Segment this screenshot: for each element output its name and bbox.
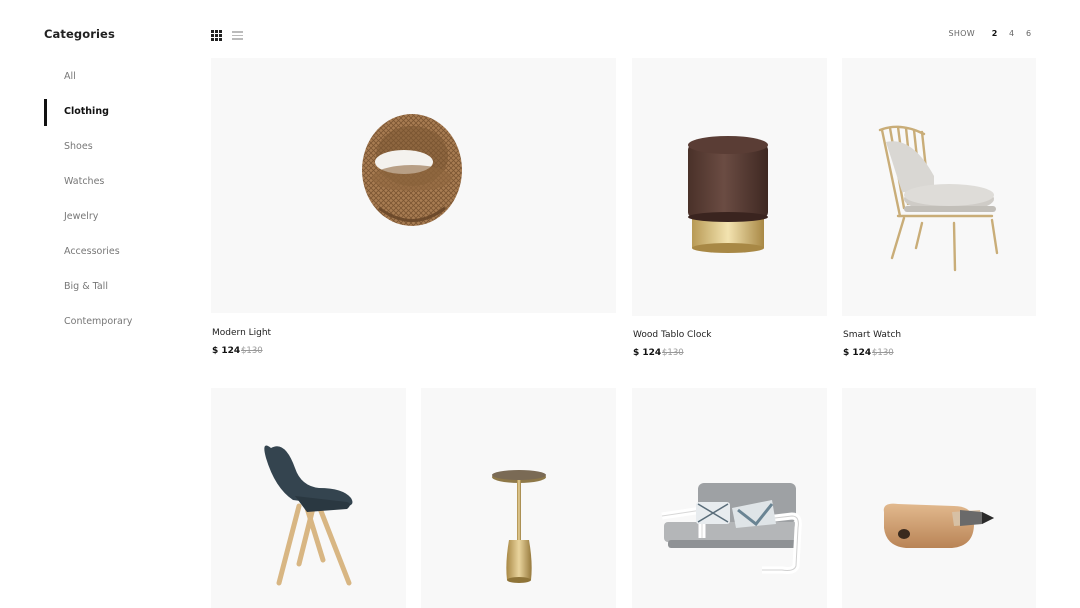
product-price: $ 124 (633, 348, 662, 358)
product-old-price: $130 (872, 348, 894, 358)
product-price: $ 124 (843, 348, 872, 358)
product-card: Modern Light $ 124 $130 (211, 58, 616, 358)
product-image-grey-sofa-bed[interactable] (632, 388, 827, 608)
wicker-chair-icon (362, 114, 462, 226)
category-item-shoes[interactable]: Shoes (44, 139, 194, 174)
product-card (632, 388, 827, 608)
grid-view-icon[interactable] (211, 30, 222, 41)
category-item-big-tall[interactable]: Big & Tall (44, 279, 194, 314)
sidebar-title: Categories (44, 27, 115, 41)
pouf-icon (688, 136, 768, 253)
product-image-velvet-pouf-stool[interactable] (632, 58, 827, 316)
show-option-2[interactable]: 2 (986, 29, 1003, 38)
category-item-clothing[interactable]: Clothing (44, 99, 194, 139)
product-image-wicker-egg-chair[interactable] (211, 58, 616, 313)
show-per-row: SHOW 2 4 6 (948, 29, 1037, 38)
category-list: All Clothing Shoes Watches Jewelry Acces… (44, 69, 194, 349)
product-image-lounge-armchair[interactable] (842, 58, 1036, 316)
product-image-scandi-shell-chair[interactable] (211, 388, 406, 608)
armchair-icon (878, 125, 999, 272)
shop-toolbar: SHOW 2 4 6 (211, 29, 1037, 43)
product-card: Wood Tablo Clock $ 124 $130 (632, 58, 827, 360)
show-option-4[interactable]: 4 (1003, 29, 1020, 38)
product-card: Smart Watch $ 124 $130 (842, 58, 1036, 360)
product-image-wooden-pencil-sharpener[interactable] (842, 388, 1036, 608)
category-item-contemporary[interactable]: Contemporary (44, 314, 194, 349)
product-card (421, 388, 616, 608)
show-option-6[interactable]: 6 (1020, 29, 1037, 38)
product-image-gold-side-table[interactable] (421, 388, 616, 608)
category-item-accessories[interactable]: Accessories (44, 244, 194, 279)
show-label: SHOW (948, 29, 975, 38)
product-name[interactable]: Wood Tablo Clock (633, 330, 712, 340)
category-item-all[interactable]: All (44, 69, 194, 104)
product-name[interactable]: Modern Light (212, 328, 271, 338)
product-name[interactable]: Smart Watch (843, 330, 901, 340)
side-table-icon (492, 470, 546, 583)
pencil-sharpener-icon (883, 503, 994, 548)
category-sidebar: Categories All Clothing Shoes Watches Je… (44, 27, 194, 349)
category-item-jewelry[interactable]: Jewelry (44, 209, 194, 244)
product-card (211, 388, 406, 608)
sofa-icon (661, 483, 802, 574)
product-card (842, 388, 1036, 608)
product-price: $ 124 (212, 346, 241, 356)
product-old-price: $130 (241, 346, 263, 356)
list-view-icon[interactable] (232, 31, 243, 40)
shell-chair-icon (264, 445, 353, 586)
category-item-watches[interactable]: Watches (44, 174, 194, 209)
product-old-price: $130 (662, 348, 684, 358)
